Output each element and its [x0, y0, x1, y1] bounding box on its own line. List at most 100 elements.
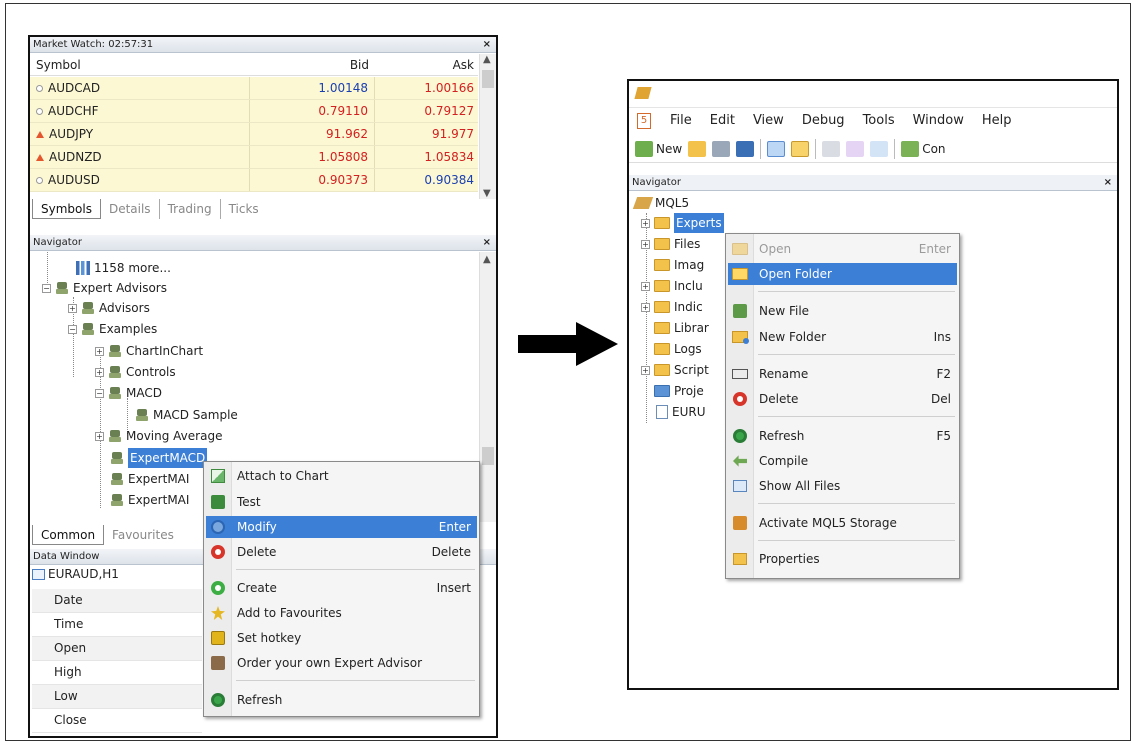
- menu-item-refresh[interactable]: Refresh: [206, 689, 477, 711]
- menu-item-new-file[interactable]: New File: [728, 300, 957, 322]
- scroll-up-icon[interactable]: ▲: [483, 54, 491, 65]
- tree-item-expertma-1[interactable]: ExpertMAI: [110, 469, 189, 489]
- mql5-app-icon[interactable]: 5: [637, 112, 651, 129]
- menu-item-order-expert-advisor[interactable]: Order your own Expert Advisor: [206, 652, 477, 674]
- market-watch-title: Market Watch: 02:57:31: [33, 39, 154, 50]
- navigator-scrollbar[interactable]: ▲: [479, 252, 496, 522]
- menu-item-open-folder[interactable]: Open Folder: [728, 263, 957, 285]
- tab-symbols[interactable]: Symbols: [32, 199, 101, 219]
- tree-item-more[interactable]: 1158 more...: [76, 258, 171, 278]
- collapse-icon[interactable]: −: [95, 388, 104, 398]
- scroll-up-icon[interactable]: ▲: [483, 254, 491, 265]
- tree-item-advisors[interactable]: + Advisors: [68, 298, 150, 318]
- menu-item-activate-storage[interactable]: Activate MQL5 Storage: [728, 512, 957, 534]
- market-watch-row[interactable]: AUDCHF 0.79110 0.79127: [30, 100, 478, 123]
- menu-item-modify[interactable]: Modify Enter: [206, 516, 477, 538]
- function-dropdown-icon[interactable]: [870, 140, 889, 157]
- save-all-icon[interactable]: [736, 140, 755, 157]
- menu-item-properties[interactable]: Properties: [728, 548, 957, 570]
- expand-icon[interactable]: +: [641, 302, 650, 312]
- menu-item-compile[interactable]: Compile: [728, 450, 957, 472]
- tree-item-controls[interactable]: + Controls: [95, 362, 176, 382]
- menu-item-refresh[interactable]: Refresh F5: [728, 425, 957, 447]
- expand-icon[interactable]: +: [641, 239, 650, 249]
- expand-icon[interactable]: +: [95, 431, 104, 441]
- tree-item-libraries[interactable]: Librar: [654, 318, 709, 338]
- menu-window[interactable]: Window: [904, 113, 973, 128]
- column-bid[interactable]: Bid: [250, 54, 375, 75]
- tree-item-logs[interactable]: Logs: [654, 339, 702, 359]
- tree-item-expert-advisors[interactable]: − Expert Advisors: [42, 278, 167, 298]
- market-watch-row[interactable]: AUDJPY 91.962 91.977: [30, 123, 478, 146]
- menu-item-open[interactable]: Open Enter: [728, 238, 957, 260]
- tab-favourites[interactable]: Favourites: [104, 525, 182, 545]
- market-watch-row[interactable]: AUDUSD 0.90373 0.90384: [30, 169, 478, 192]
- expand-icon[interactable]: +: [641, 365, 650, 375]
- expand-icon[interactable]: +: [95, 367, 104, 377]
- price-neutral-icon: [36, 107, 43, 115]
- open-folder-icon[interactable]: [688, 140, 707, 157]
- menu-item-create[interactable]: Create Insert: [206, 577, 477, 599]
- navigator-toggle-icon[interactable]: [767, 140, 786, 157]
- menu-item-new-folder[interactable]: New Folder Ins: [728, 326, 957, 348]
- save-icon[interactable]: [712, 140, 731, 157]
- tree-item-mql5[interactable]: MQL5: [632, 193, 689, 213]
- scroll-thumb[interactable]: [482, 447, 494, 465]
- compile-button[interactable]: Con: [901, 138, 946, 160]
- tree-item-scripts[interactable]: + Script: [641, 360, 709, 380]
- tree-item-examples[interactable]: − Examples: [68, 319, 157, 339]
- menu-file[interactable]: File: [661, 113, 701, 128]
- menu-item-delete[interactable]: Delete Delete: [206, 541, 477, 563]
- menu-item-set-hotkey[interactable]: Set hotkey: [206, 627, 477, 649]
- tree-item-include[interactable]: + Inclu: [641, 276, 703, 296]
- tree-item-expertmacd[interactable]: ExpertMACD: [110, 448, 208, 468]
- menu-item-add-to-favourites[interactable]: Add to Favourites: [206, 602, 477, 624]
- expand-icon[interactable]: +: [641, 218, 650, 228]
- data-window-row: High: [32, 661, 202, 685]
- market-watch-scrollbar[interactable]: ▲ ▼: [479, 54, 496, 199]
- tab-details[interactable]: Details: [101, 199, 160, 219]
- close-icon[interactable]: ×: [483, 37, 491, 52]
- expand-icon[interactable]: +: [641, 281, 650, 291]
- close-icon[interactable]: ×: [483, 235, 491, 250]
- menu-item-delete[interactable]: Delete Del: [728, 388, 957, 410]
- menu-debug[interactable]: Debug: [793, 113, 854, 128]
- menu-edit[interactable]: Edit: [701, 113, 744, 128]
- tab-trading[interactable]: Trading: [160, 199, 221, 219]
- tree-item-experts[interactable]: + Experts: [641, 213, 724, 233]
- tab-ticks[interactable]: Ticks: [221, 199, 267, 219]
- file-dropdown-icon[interactable]: [822, 140, 841, 157]
- tree-item-indicators[interactable]: + Indic: [641, 297, 703, 317]
- tree-item-files[interactable]: + Files: [641, 234, 700, 254]
- market-watch-row[interactable]: AUDNZD 1.05808 1.05834: [30, 146, 478, 169]
- collapse-icon[interactable]: −: [42, 283, 51, 293]
- collapse-icon[interactable]: −: [68, 324, 77, 334]
- menu-help[interactable]: Help: [973, 113, 1021, 128]
- expand-icon[interactable]: +: [68, 303, 77, 313]
- close-icon[interactable]: ×: [1104, 175, 1112, 190]
- menu-tools[interactable]: Tools: [854, 113, 904, 128]
- market-watch-row[interactable]: AUDCAD 1.00148 1.00166: [30, 77, 478, 100]
- toolbox-toggle-icon[interactable]: [791, 140, 810, 157]
- tree-item-projects[interactable]: Proje: [654, 381, 704, 401]
- new-button[interactable]: New: [635, 138, 682, 160]
- scroll-thumb[interactable]: [482, 70, 494, 88]
- tree-item-macd-sample[interactable]: MACD Sample: [135, 405, 238, 425]
- tree-item-chartinchart[interactable]: + ChartInChart: [95, 341, 203, 361]
- tree-item-images[interactable]: Imag: [654, 255, 704, 275]
- expand-icon[interactable]: +: [95, 346, 104, 356]
- tab-common[interactable]: Common: [32, 525, 105, 545]
- column-symbol[interactable]: Symbol: [30, 54, 250, 75]
- tree-item-expertma-2[interactable]: ExpertMAI: [110, 490, 189, 510]
- scroll-down-icon[interactable]: ▼: [483, 188, 491, 199]
- menu-item-show-all-files[interactable]: Show All Files: [728, 475, 957, 497]
- column-ask[interactable]: Ask: [375, 54, 478, 75]
- indicator-insert-icon[interactable]: [846, 140, 865, 157]
- tree-item-euru-file[interactable]: EURU: [656, 402, 706, 422]
- menu-item-test[interactable]: Test: [206, 491, 477, 513]
- menu-item-attach-to-chart[interactable]: Attach to Chart: [206, 465, 477, 487]
- menu-item-rename[interactable]: Rename F2: [728, 363, 957, 385]
- menu-view[interactable]: View: [744, 113, 793, 128]
- tree-item-moving-average[interactable]: + Moving Average: [95, 426, 222, 446]
- tree-item-macd[interactable]: − MACD: [95, 383, 162, 403]
